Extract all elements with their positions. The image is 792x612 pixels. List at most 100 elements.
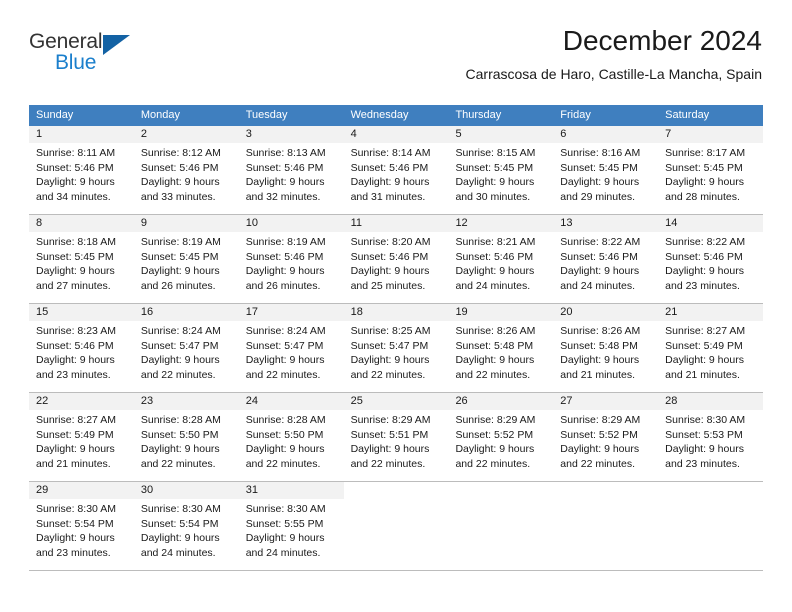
daylight-text-line2: and 22 minutes. [350, 368, 426, 381]
calendar-day-cell[interactable]: 22 Sunrise: 8:27 AM Sunset: 5:49 PM Dayligh… [29, 393, 134, 481]
calendar-day-cell[interactable]: 7 Sunrise: 8:17 AM Sunset: 5:45 PM Daylight… [658, 126, 764, 214]
calendar-day-cell[interactable]: 14 Sunrise: 8:22 AM Sunset: 5:46 PM Dayligh… [658, 215, 764, 303]
day-details: Sunrise: 8:20 AM Sunset: 5:46 PM Daylight:… [344, 232, 449, 293]
sunset-text: Sunset: 5:45 PM [455, 161, 534, 174]
calendar-day-cell[interactable]: 18 Sunrise: 8:25 AM Sunset: 5:47 PM Dayligh… [343, 304, 449, 392]
calendar-week-row: 8 Sunrise: 8:18 AM Sunset: 5:45 PM Daylight… [29, 215, 764, 304]
daylight-text-line1: Daylight: 9 hours [140, 532, 220, 544]
sunset-text: Sunset: 5:48 PM [560, 339, 638, 352]
daylight-text-line2: and 24 minutes. [455, 279, 531, 292]
day-number: 26 [448, 393, 554, 410]
weekday-header-friday: Friday [560, 109, 591, 121]
day-details: Sunrise: 8:30 AM Sunset: 5:54 PM Daylight:… [134, 499, 239, 560]
day-details: Sunrise: 8:29 AM Sunset: 5:52 PM Daylight:… [448, 410, 553, 471]
day-details: Sunrise: 8:19 AM Sunset: 5:45 PM Daylight:… [134, 232, 239, 293]
calendar-day-cell-empty [448, 482, 553, 570]
calendar-day-cell[interactable]: 28 Sunrise: 8:30 AM Sunset: 5:53 PM Dayligh… [658, 393, 764, 481]
sunset-text: Sunset: 5:54 PM [140, 517, 219, 530]
day-number: 4 [343, 126, 449, 143]
sunrise-text: Sunrise: 8:27 AM [36, 414, 116, 426]
calendar-day-cell[interactable]: 27 Sunrise: 8:29 AM Sunset: 5:52 PM Dayligh… [553, 393, 659, 481]
day-number: 7 [658, 126, 764, 143]
calendar-page: General Blue December 2024 Carrascosa de… [0, 0, 792, 612]
day-number: 12 [448, 215, 554, 232]
day-details: Sunrise: 8:12 AM Sunset: 5:46 PM Daylight:… [134, 143, 239, 204]
sunset-text: Sunset: 5:46 PM [560, 250, 638, 263]
day-number: 9 [133, 215, 239, 232]
calendar-day-cell[interactable]: 13 Sunrise: 8:22 AM Sunset: 5:46 PM Dayligh… [553, 215, 659, 303]
day-number: 31 [238, 482, 344, 499]
daylight-text-line2: and 34 minutes. [36, 190, 111, 203]
calendar-day-cell[interactable]: 3 Sunrise: 8:13 AM Sunset: 5:46 PM Daylight… [238, 126, 344, 214]
calendar-day-cell[interactable]: 9 Sunrise: 8:19 AM Sunset: 5:45 PM Daylight… [133, 215, 239, 303]
sunrise-text: Sunrise: 8:30 AM [36, 503, 116, 515]
calendar-week-row: 29 Sunrise: 8:30 AM Sunset: 5:54 PM Dayligh… [29, 482, 763, 571]
calendar-day-cell[interactable]: 26 Sunrise: 8:29 AM Sunset: 5:52 PM Dayligh… [448, 393, 554, 481]
calendar-day-cell[interactable]: 15 Sunrise: 8:23 AM Sunset: 5:46 PM Dayligh… [29, 304, 134, 392]
calendar-day-cell[interactable]: 11 Sunrise: 8:20 AM Sunset: 5:46 PM Dayligh… [343, 215, 449, 303]
sunrise-text: Sunrise: 8:16 AM [560, 147, 641, 159]
daylight-text-line2: and 24 minutes. [245, 546, 321, 559]
sunset-text: Sunset: 5:54 PM [36, 517, 114, 530]
calendar-day-cell[interactable]: 17 Sunrise: 8:24 AM Sunset: 5:47 PM Dayligh… [238, 304, 344, 392]
general-blue-logo[interactable]: General Blue [29, 30, 144, 82]
calendar-day-cell[interactable]: 10 Sunrise: 8:19 AM Sunset: 5:46 PM Dayligh… [238, 215, 344, 303]
calendar-day-cell[interactable]: 21 Sunrise: 8:27 AM Sunset: 5:49 PM Dayligh… [658, 304, 764, 392]
day-number: 1 [29, 126, 134, 143]
sunrise-text: Sunrise: 8:20 AM [350, 236, 431, 248]
calendar-day-cell[interactable]: 12 Sunrise: 8:21 AM Sunset: 5:46 PM Dayligh… [448, 215, 554, 303]
calendar-day-cell[interactable]: 25 Sunrise: 8:29 AM Sunset: 5:51 PM Dayligh… [343, 393, 449, 481]
sunrise-text: Sunrise: 8:27 AM [665, 325, 746, 337]
sunrise-text: Sunrise: 8:26 AM [560, 325, 641, 337]
daylight-text-line1: Daylight: 9 hours [36, 176, 115, 188]
sunrise-text: Sunrise: 8:30 AM [665, 414, 746, 426]
day-number: 16 [133, 304, 239, 321]
day-details: Sunrise: 8:29 AM Sunset: 5:51 PM Daylight:… [344, 410, 449, 471]
daylight-text-line2: and 29 minutes. [560, 190, 636, 203]
day-details: Sunrise: 8:24 AM Sunset: 5:47 PM Daylight:… [134, 321, 239, 382]
calendar-day-cell[interactable]: 29 Sunrise: 8:30 AM Sunset: 5:54 PM Dayligh… [29, 482, 134, 570]
calendar-day-cell[interactable]: 19 Sunrise: 8:26 AM Sunset: 5:48 PM Dayligh… [448, 304, 554, 392]
day-details: Sunrise: 8:30 AM Sunset: 5:55 PM Daylight:… [239, 499, 344, 560]
calendar-day-cell[interactable]: 23 Sunrise: 8:28 AM Sunset: 5:50 PM Dayligh… [133, 393, 239, 481]
daylight-text-line1: Daylight: 9 hours [665, 443, 744, 455]
calendar-day-cell[interactable]: 1 Sunrise: 8:11 AM Sunset: 5:46 PM Daylight… [29, 126, 134, 214]
daylight-text-line1: Daylight: 9 hours [140, 265, 220, 277]
sunset-text: Sunset: 5:49 PM [36, 428, 114, 441]
calendar-week-row: 15 Sunrise: 8:23 AM Sunset: 5:46 PM Dayligh… [29, 304, 764, 393]
day-details: Sunrise: 8:22 AM Sunset: 5:46 PM Daylight:… [553, 232, 658, 293]
day-details: Sunrise: 8:26 AM Sunset: 5:48 PM Daylight:… [448, 321, 553, 382]
calendar-day-cell[interactable]: 6 Sunrise: 8:16 AM Sunset: 5:45 PM Daylight… [553, 126, 659, 214]
calendar-day-cell[interactable]: 16 Sunrise: 8:24 AM Sunset: 5:47 PM Dayligh… [133, 304, 239, 392]
daylight-text-line1: Daylight: 9 hours [36, 532, 115, 544]
sunrise-text: Sunrise: 8:23 AM [36, 325, 116, 337]
sunrise-text: Sunrise: 8:11 AM [36, 147, 116, 159]
calendar-day-cell[interactable]: 24 Sunrise: 8:28 AM Sunset: 5:50 PM Dayligh… [238, 393, 344, 481]
calendar-day-cell[interactable]: 4 Sunrise: 8:14 AM Sunset: 5:46 PM Daylight… [343, 126, 449, 214]
calendar-day-cell[interactable]: 8 Sunrise: 8:18 AM Sunset: 5:45 PM Daylight… [29, 215, 134, 303]
day-details: Sunrise: 8:28 AM Sunset: 5:50 PM Daylight:… [239, 410, 344, 471]
sunrise-text: Sunrise: 8:21 AM [455, 236, 536, 248]
day-number: 10 [238, 215, 344, 232]
daylight-text-line1: Daylight: 9 hours [560, 443, 640, 455]
sunrise-text: Sunrise: 8:30 AM [245, 503, 326, 515]
day-number [658, 482, 763, 499]
sunset-text: Sunset: 5:45 PM [36, 250, 114, 263]
calendar-day-cell[interactable]: 5 Sunrise: 8:15 AM Sunset: 5:45 PM Daylight… [448, 126, 554, 214]
day-number: 2 [133, 126, 239, 143]
calendar-day-cell[interactable]: 20 Sunrise: 8:26 AM Sunset: 5:48 PM Dayligh… [553, 304, 659, 392]
day-number [448, 482, 553, 499]
calendar-day-cell[interactable]: 30 Sunrise: 8:30 AM Sunset: 5:54 PM Dayligh… [133, 482, 239, 570]
day-details: Sunrise: 8:19 AM Sunset: 5:46 PM Daylight:… [239, 232, 344, 293]
day-number: 17 [238, 304, 344, 321]
daylight-text-line2: and 22 minutes. [350, 457, 426, 470]
triangle-logo-icon [103, 35, 130, 55]
calendar-day-cell[interactable]: 31 Sunrise: 8:30 AM Sunset: 5:55 PM Dayligh… [238, 482, 344, 570]
day-number: 18 [343, 304, 449, 321]
daylight-text-line2: and 22 minutes. [455, 368, 531, 381]
weekday-header-sunday: Sunday [36, 109, 74, 121]
day-number [344, 482, 449, 499]
calendar-grid: Sunday Monday Tuesday Wednesday Thursday… [29, 105, 764, 571]
calendar-day-cell[interactable]: 2 Sunrise: 8:12 AM Sunset: 5:46 PM Daylight… [133, 126, 239, 214]
sunrise-text: Sunrise: 8:26 AM [455, 325, 536, 337]
